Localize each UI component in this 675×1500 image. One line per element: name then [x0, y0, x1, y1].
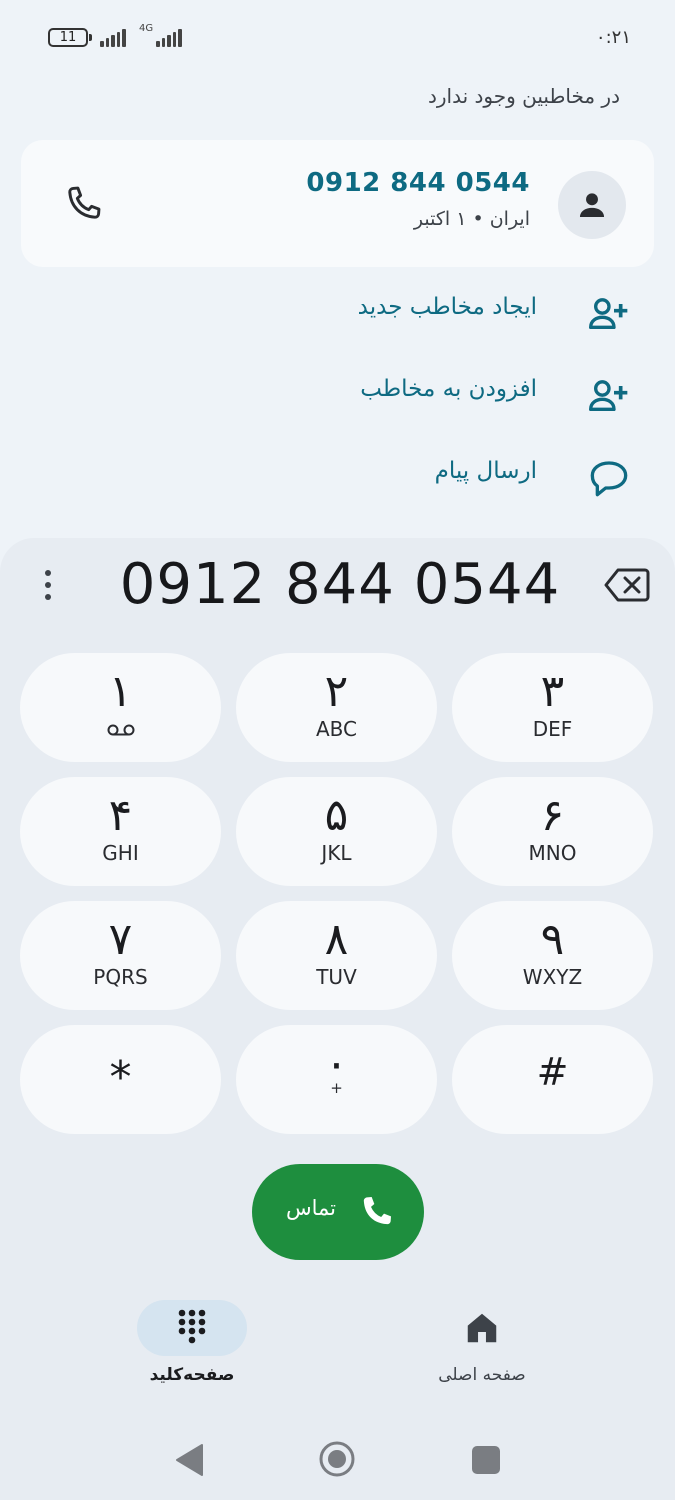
key-letters: WXYZ [522, 965, 583, 989]
key-2[interactable]: ۲ ABC [236, 653, 437, 762]
message-icon [590, 461, 628, 497]
key-letters: ABC [315, 717, 357, 741]
add-person-icon [589, 380, 628, 411]
system-home-icon[interactable] [318, 1440, 356, 1478]
signal-bars-icon [156, 28, 182, 47]
battery-indicator: 11 [48, 28, 92, 47]
add-to-contact-label: افزودن به مخاطب [360, 376, 537, 402]
send-message-row[interactable]: ارسال پیام [0, 444, 675, 508]
key-digit: ۵ [324, 790, 349, 841]
person-icon [579, 193, 605, 218]
call-label: تماس [285, 1196, 336, 1220]
contact-number: 0912 844 0544 [306, 168, 530, 198]
battery-level: 11 [59, 30, 77, 45]
key-digit: # [536, 1050, 569, 1094]
key-letters: TUV [316, 965, 357, 989]
phone-icon [68, 186, 101, 219]
system-recents-icon[interactable] [472, 1446, 500, 1474]
dialpad-icon [178, 1309, 206, 1344]
key-4[interactable]: ۴ GHI [20, 777, 221, 886]
key-letters: DEF [532, 717, 573, 741]
key-letters: MNO [528, 841, 577, 865]
key-digit: ۶ [540, 790, 565, 841]
nav-keypad-label[interactable]: صفحه‌کلید [120, 1365, 264, 1385]
key-5[interactable]: ۵ JKL [236, 777, 437, 886]
key-7[interactable]: ۷ PQRS [20, 901, 221, 1010]
add-to-contact-row[interactable]: افزودن به مخاطب [0, 362, 675, 426]
key-1[interactable]: ۱ [20, 653, 221, 762]
key-digit: ۱ [108, 666, 133, 717]
key-3[interactable]: ۳ DEF [452, 653, 653, 762]
key-digit: ۴ [108, 790, 133, 841]
status-time: ۰:۲۱ [595, 27, 631, 48]
signal-bars-icon [100, 28, 126, 47]
key-letters: JKL [321, 841, 352, 865]
key-digit: ۹ [540, 914, 565, 965]
call-button-small[interactable] [61, 182, 105, 226]
voicemail-icon [107, 724, 135, 736]
create-contact-label: ایجاد مخاطب جدید [357, 294, 537, 320]
create-contact-row[interactable]: ایجاد مخاطب جدید [0, 280, 675, 344]
key-digit: ۸ [324, 914, 349, 965]
backspace-icon[interactable] [604, 566, 650, 604]
contact-subtitle: ایران • ۱ اکتبر [413, 208, 530, 230]
key-0[interactable]: ۰ + [236, 1025, 437, 1134]
home-icon[interactable] [463, 1309, 501, 1347]
system-back-icon[interactable] [174, 1442, 206, 1478]
call-button[interactable]: تماس [252, 1164, 424, 1260]
key-6[interactable]: ۶ MNO [452, 777, 653, 886]
status-bar: 11 4G ۰:۲۱ [0, 0, 675, 70]
no-contact-label: در مخاطبین وجود ندارد [427, 84, 620, 108]
send-message-label: ارسال پیام [434, 458, 537, 484]
key-letters: + [330, 1079, 343, 1097]
key-digit: ۳ [540, 666, 565, 717]
contact-card[interactable]: 0912 844 0544 ایران • ۱ اکتبر [21, 140, 654, 267]
phone-icon [363, 1197, 391, 1225]
add-person-icon [589, 298, 628, 329]
nav-home-label[interactable]: صفحه اصلی [410, 1365, 554, 1385]
dialed-number: 0912 844 0544 [119, 552, 561, 617]
more-options-icon[interactable] [30, 565, 66, 605]
key-digit: * [109, 1052, 132, 1103]
key-9[interactable]: ۹ WXYZ [452, 901, 653, 1010]
avatar [558, 171, 626, 239]
key-letters: PQRS [93, 965, 148, 989]
key-digit: ۷ [108, 914, 133, 965]
key-letters: GHI [102, 841, 139, 865]
key-digit: ۲ [324, 666, 349, 717]
key-8[interactable]: ۸ TUV [236, 901, 437, 1010]
network-type: 4G [139, 23, 154, 34]
key-hash[interactable]: # [452, 1025, 653, 1134]
key-star[interactable]: * [20, 1025, 221, 1134]
